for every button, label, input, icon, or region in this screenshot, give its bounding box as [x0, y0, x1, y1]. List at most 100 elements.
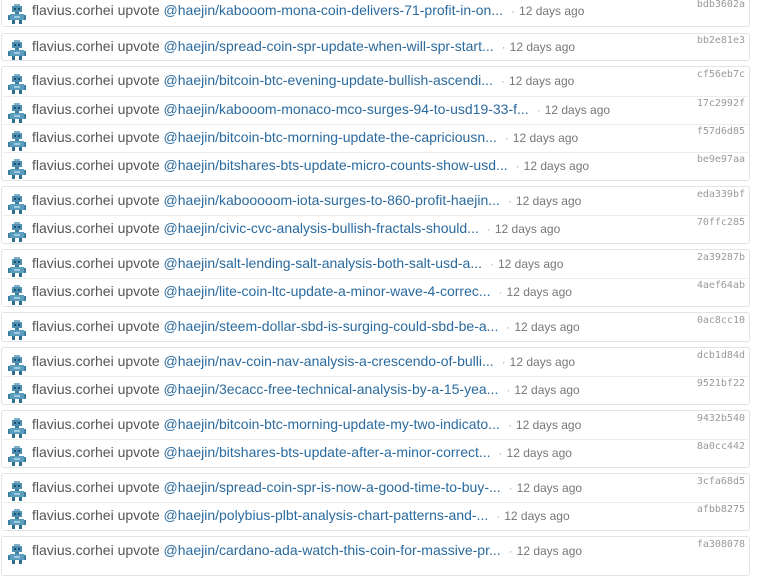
transaction-hash[interactable]: 9432b540	[697, 413, 745, 424]
timestamp: 12 days ago	[508, 74, 575, 88]
timestamp: 12 days ago	[516, 481, 583, 495]
transaction-hash[interactable]: 4aef64ab	[697, 280, 745, 291]
avatar-icon[interactable]	[6, 416, 28, 438]
transaction-hash[interactable]: bdb3602a	[697, 0, 745, 10]
transaction-hash[interactable]: afbb8275	[697, 504, 745, 515]
actor-name[interactable]: flavius.corhei	[32, 479, 114, 495]
post-link[interactable]: @haejin/spread-coin-spr-update-when-will…	[164, 38, 494, 54]
post-link[interactable]: @haejin/bitshares-bts-update-micro-count…	[164, 157, 508, 173]
separator-dot: ·	[506, 383, 511, 397]
avatar-icon[interactable]	[6, 318, 28, 340]
operation-row: flavius.corhei upvote @haejin/3ecacc-fre…	[0, 377, 772, 404]
transaction-hash[interactable]: be9e97aa	[697, 154, 745, 165]
operation-row: flavius.corhei upvote @haejin/civic-cvc-…	[0, 216, 772, 243]
actor-name[interactable]: flavius.corhei	[32, 38, 114, 54]
separator-dot: ·	[511, 4, 516, 18]
avatar-icon[interactable]	[6, 72, 28, 94]
operation-row: flavius.corhei upvote @haejin/bitshares-…	[0, 153, 772, 180]
post-link[interactable]: @haejin/spread-coin-spr-is-now-a-good-ti…	[164, 479, 501, 495]
transaction-hash[interactable]: 3cfa68d5	[697, 476, 745, 487]
actor-name[interactable]: flavius.corhei	[32, 101, 114, 117]
transaction-hash[interactable]: 8a0cc442	[697, 441, 745, 452]
actor-name[interactable]: flavius.corhei	[32, 353, 114, 369]
post-link[interactable]: @haejin/bitcoin-btc-evening-update-bulli…	[164, 72, 493, 88]
operation-text: flavius.corhei upvote @haejin/salt-lendi…	[32, 255, 563, 273]
avatar-icon[interactable]	[6, 157, 28, 179]
post-link[interactable]: @haejin/kabooooom-iota-surges-to-860-pro…	[164, 192, 500, 208]
actor-name[interactable]: flavius.corhei	[32, 157, 114, 173]
transaction-hash[interactable]: f57d6d85	[697, 126, 745, 137]
operation-type: upvote	[117, 220, 160, 236]
avatar-icon[interactable]	[6, 542, 28, 564]
timestamp: 12 days ago	[504, 509, 570, 523]
post-link[interactable]: @haejin/civic-cvc-analysis-bullish-fract…	[164, 220, 479, 236]
transaction-hash[interactable]: eda339bf	[697, 189, 745, 200]
timestamp: 12 days ago	[509, 355, 576, 369]
actor-name[interactable]: flavius.corhei	[32, 444, 114, 460]
operation-text: flavius.corhei upvote @haejin/bitshares-…	[32, 157, 589, 175]
actor-name[interactable]: flavius.corhei	[32, 255, 114, 271]
transaction-hash[interactable]: 2a39287b	[697, 252, 745, 263]
post-link[interactable]: @haejin/kabooom-mona-coin-delivers-71-pr…	[164, 2, 503, 18]
actor-name[interactable]: flavius.corhei	[32, 72, 114, 88]
post-link[interactable]: @haejin/cardano-ada-watch-this-coin-for-…	[164, 542, 501, 558]
transaction-hash[interactable]: 9521bf22	[697, 378, 745, 389]
operation-row: flavius.corhei upvote @haejin/spread-coi…	[0, 475, 772, 502]
operation-type: upvote	[117, 38, 160, 54]
actor-name[interactable]: flavius.corhei	[32, 318, 114, 334]
transaction-hash[interactable]: 70ffc285	[697, 217, 745, 228]
avatar-icon[interactable]	[6, 444, 28, 466]
avatar-icon[interactable]	[6, 255, 28, 277]
separator-dot: ·	[508, 481, 513, 495]
separator-dot: ·	[490, 257, 494, 271]
operation-row: flavius.corhei upvote @haejin/polybius-p…	[0, 503, 772, 530]
avatar-icon[interactable]	[6, 283, 28, 305]
separator-dot: ·	[536, 103, 541, 117]
actor-name[interactable]: flavius.corhei	[32, 542, 114, 558]
actor-name[interactable]: flavius.corhei	[32, 2, 114, 18]
avatar-icon[interactable]	[6, 38, 28, 60]
post-link[interactable]: @haejin/bitshares-bts-update-after-a-min…	[164, 444, 491, 460]
operation-text: flavius.corhei upvote @haejin/bitcoin-bt…	[32, 72, 574, 90]
actor-name[interactable]: flavius.corhei	[32, 381, 114, 397]
timestamp: 12 days ago	[506, 285, 572, 299]
actor-name[interactable]: flavius.corhei	[32, 129, 114, 145]
post-link[interactable]: @haejin/kabooom-monaco-mco-surges-94-to-…	[164, 101, 529, 117]
actor-name[interactable]: flavius.corhei	[32, 220, 114, 236]
post-link[interactable]: @haejin/lite-coin-ltc-update-a-minor-wav…	[164, 283, 491, 299]
operation-row: flavius.corhei upvote @haejin/kabooom-mo…	[0, 0, 772, 25]
post-link[interactable]: @haejin/nav-coin-nav-analysis-a-crescend…	[164, 353, 494, 369]
avatar-icon[interactable]	[6, 129, 28, 151]
post-link[interactable]: @haejin/bitcoin-btc-morning-update-my-tw…	[164, 416, 500, 432]
avatar-icon[interactable]	[6, 2, 28, 24]
operation-text: flavius.corhei upvote @haejin/bitcoin-bt…	[32, 129, 578, 147]
post-link[interactable]: @haejin/polybius-plbt-analysis-chart-pat…	[164, 507, 489, 523]
avatar-icon[interactable]	[6, 192, 28, 214]
operation-row: flavius.corhei upvote @haejin/steem-doll…	[0, 314, 772, 341]
avatar-icon[interactable]	[6, 479, 28, 501]
actor-name[interactable]: flavius.corhei	[32, 192, 114, 208]
post-link[interactable]: @haejin/salt-lending-salt-analysis-both-…	[164, 255, 482, 271]
transaction-hash[interactable]: 17c2992f	[697, 98, 745, 109]
transaction-hash[interactable]: cf56eb7c	[697, 69, 745, 80]
actor-name[interactable]: flavius.corhei	[32, 283, 114, 299]
avatar-icon[interactable]	[6, 101, 28, 123]
post-link[interactable]: @haejin/bitcoin-btc-morning-update-the-c…	[164, 129, 497, 145]
avatar-icon[interactable]	[6, 507, 28, 529]
timestamp: 12 days ago	[515, 418, 582, 432]
avatar-icon[interactable]	[6, 220, 28, 242]
separator-dot: ·	[498, 285, 503, 299]
transaction-hash[interactable]: bb2e81e3	[697, 35, 745, 46]
transaction-hash[interactable]: fa308078	[697, 539, 745, 550]
actor-name[interactable]: flavius.corhei	[32, 507, 114, 523]
actor-name[interactable]: flavius.corhei	[32, 416, 114, 432]
post-link[interactable]: @haejin/3ecacc-free-technical-analysis-b…	[164, 381, 499, 397]
timestamp: 12 days ago	[544, 103, 611, 117]
post-link[interactable]: @haejin/steem-dollar-sbd-is-surging-coul…	[164, 318, 499, 334]
transaction-hash[interactable]: dcb1d84d	[697, 350, 745, 361]
operation-type: upvote	[117, 353, 160, 369]
avatar-icon[interactable]	[6, 381, 28, 403]
avatar-icon[interactable]	[6, 353, 28, 375]
transaction-hash[interactable]: 0ac8cc10	[697, 315, 745, 326]
operation-row: flavius.corhei upvote @haejin/kabooom-mo…	[0, 97, 772, 124]
